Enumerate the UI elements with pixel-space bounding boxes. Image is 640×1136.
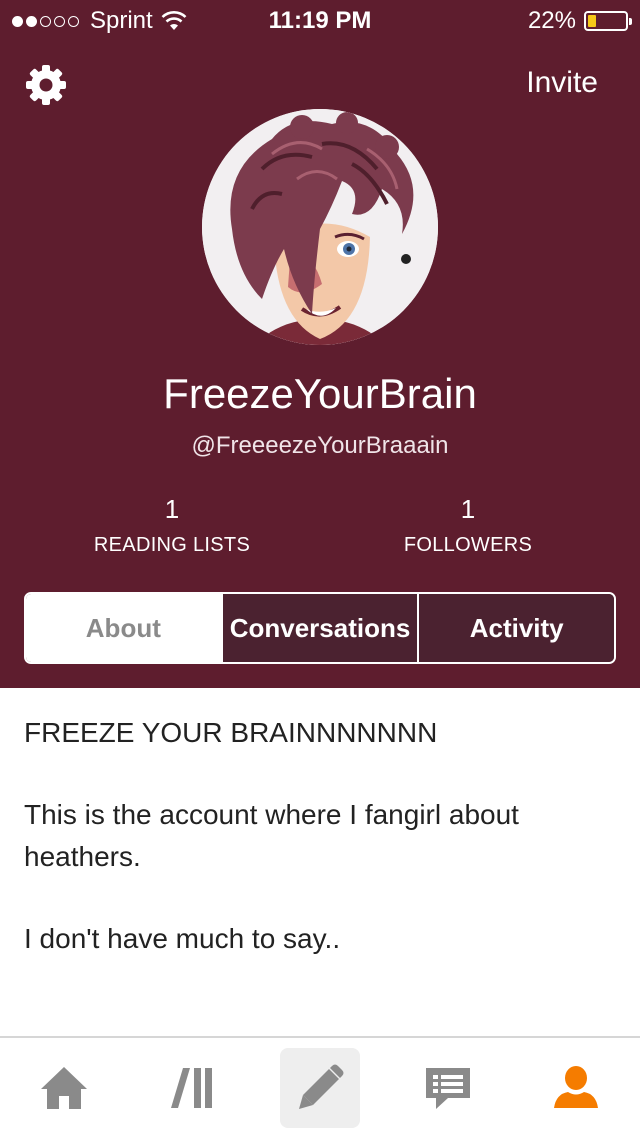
tab-library[interactable] bbox=[152, 1048, 232, 1128]
reading-lists-label: READING LISTS bbox=[93, 534, 251, 556]
pencil-icon bbox=[299, 1064, 344, 1109]
followers-stat[interactable]: 1 FOLLOWERS bbox=[338, 494, 598, 557]
avatar[interactable] bbox=[202, 109, 438, 345]
tab-activity[interactable]: Activity bbox=[417, 594, 614, 662]
profile-tabs: About Conversations Activity bbox=[24, 592, 616, 664]
tab-messages[interactable] bbox=[408, 1048, 488, 1128]
about-section: FREEZE YOUR BRAINNNNNNN This is the acco… bbox=[24, 712, 616, 1000]
battery-percent: 22% bbox=[527, 7, 576, 34]
about-paragraph: FREEZE YOUR BRAINNNNNNN bbox=[24, 717, 438, 748]
bottom-tab-bar bbox=[0, 1036, 640, 1136]
battery-level bbox=[588, 15, 596, 27]
tab-home[interactable] bbox=[24, 1048, 104, 1128]
tab-about[interactable]: About bbox=[26, 594, 221, 662]
invite-button[interactable]: Invite bbox=[526, 66, 598, 100]
followers-label: FOLLOWERS bbox=[403, 534, 533, 556]
tab-write[interactable] bbox=[280, 1048, 360, 1128]
library-icon bbox=[171, 1068, 212, 1108]
gear-icon[interactable] bbox=[24, 63, 68, 107]
messages-icon bbox=[426, 1068, 470, 1109]
profile-icon bbox=[554, 1066, 598, 1108]
avatar-illustration bbox=[202, 109, 438, 345]
display-name: FreezeYourBrain bbox=[163, 370, 477, 417]
status-right: 22% bbox=[527, 7, 632, 35]
about-paragraph: This is the account where I fangirl abou… bbox=[24, 799, 519, 872]
followers-count: 1 bbox=[460, 494, 476, 524]
reading-lists-count: 1 bbox=[164, 494, 180, 524]
username: @FreeeezeYourBraaain bbox=[191, 432, 449, 459]
battery-icon bbox=[584, 11, 632, 31]
home-icon bbox=[41, 1067, 87, 1109]
about-paragraph: I don't have much to say.. bbox=[24, 923, 341, 954]
status-bar: Sprint 11:19 PM 22% bbox=[0, 0, 640, 40]
reading-lists-stat[interactable]: 1 READING LISTS bbox=[42, 494, 302, 557]
profile-header: Sprint 11:19 PM 22% Invite FreezeYourBra… bbox=[0, 0, 640, 688]
tab-profile[interactable] bbox=[536, 1048, 616, 1128]
tab-conversations[interactable]: Conversations bbox=[220, 594, 418, 662]
